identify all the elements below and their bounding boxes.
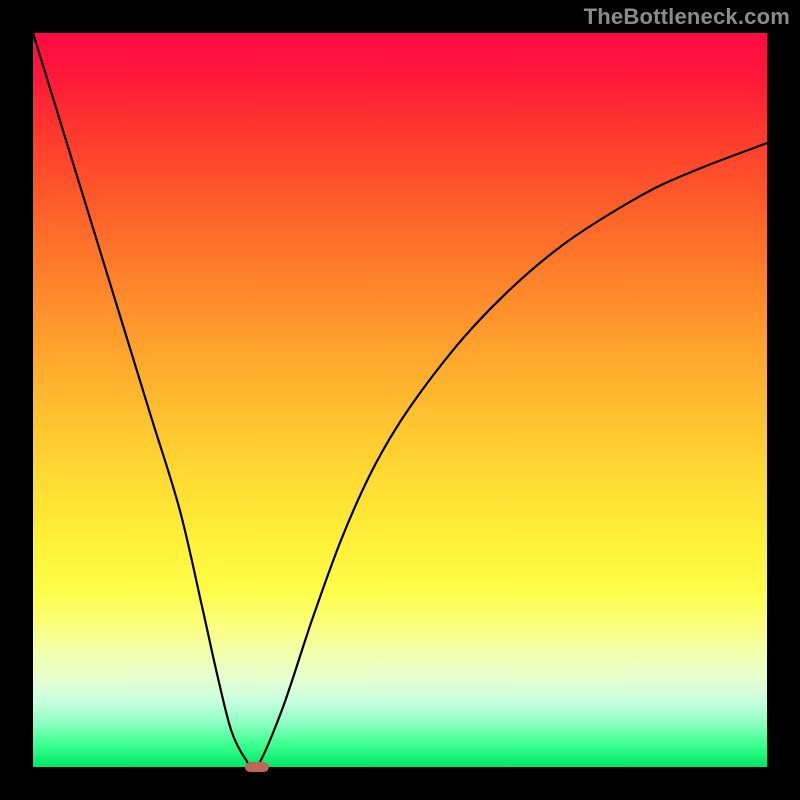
chart-frame: TheBottleneck.com bbox=[0, 0, 800, 800]
watermark-text: TheBottleneck.com bbox=[584, 4, 790, 30]
plot-area bbox=[33, 33, 767, 767]
